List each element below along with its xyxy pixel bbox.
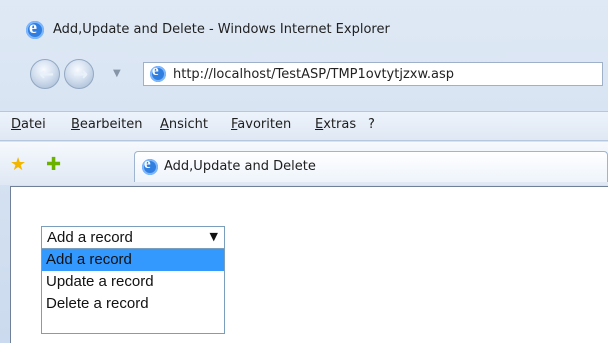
menu-help[interactable]: ? xyxy=(368,117,375,132)
navigation-bar: ← → ▼ http://localhost/TestASP/TMP1ovtyt… xyxy=(0,54,608,92)
plus-star-icon[interactable]: ✚ xyxy=(46,154,61,175)
chevron-down-icon[interactable]: ▼ xyxy=(210,230,218,243)
menu-ansicht[interactable]: Ansicht xyxy=(160,117,208,132)
menu-bearbeiten[interactable]: Bearbeiten xyxy=(71,117,142,132)
tab-label: Add,Update and Delete xyxy=(164,159,316,174)
forward-arrow-icon: → xyxy=(73,64,89,85)
title-bar: Add,Update and Delete - Windows Internet… xyxy=(0,0,608,42)
back-button[interactable]: ← xyxy=(30,59,60,89)
window-title: Add,Update and Delete - Windows Internet… xyxy=(53,22,390,37)
forward-button[interactable]: → xyxy=(64,59,94,89)
address-url[interactable]: http://localhost/TestASP/TMP1ovtytjzxw.a… xyxy=(173,67,454,82)
option-add-record[interactable]: Add a record xyxy=(42,249,224,271)
menu-favoriten[interactable]: Favoriten xyxy=(231,117,291,132)
browser-window: Add,Update and Delete - Windows Internet… xyxy=(0,0,608,343)
option-update-record[interactable]: Update a record xyxy=(42,271,224,293)
select-options-list: Add a record Update a record Delete a re… xyxy=(41,248,225,334)
tab-ie-icon xyxy=(142,156,158,175)
star-icon[interactable]: ★ xyxy=(10,154,26,175)
option-delete-record[interactable]: Delete a record xyxy=(42,293,224,315)
menu-extras[interactable]: Extras xyxy=(315,117,356,132)
menu-datei[interactable]: Datei xyxy=(11,117,46,132)
favorites-bar: ★ ✚ Add,Update and Delete xyxy=(0,142,608,185)
back-arrow-icon: ← xyxy=(39,64,55,85)
browser-tab[interactable]: Add,Update and Delete xyxy=(134,151,608,182)
recent-pages-dropdown-icon[interactable]: ▼ xyxy=(113,68,121,79)
menu-bar: Datei Bearbeiten Ansicht Favoriten Extra… xyxy=(0,111,608,141)
ie-icon xyxy=(26,17,44,39)
address-bar[interactable]: http://localhost/TestASP/TMP1ovtytjzxw.a… xyxy=(143,62,603,86)
record-action-select[interactable]: Add a record ▼ xyxy=(41,226,225,249)
select-current-value: Add a record xyxy=(47,229,133,246)
page-content: Add a record ▼ Add a record Update a rec… xyxy=(10,186,608,343)
page-ie-icon xyxy=(150,63,166,82)
